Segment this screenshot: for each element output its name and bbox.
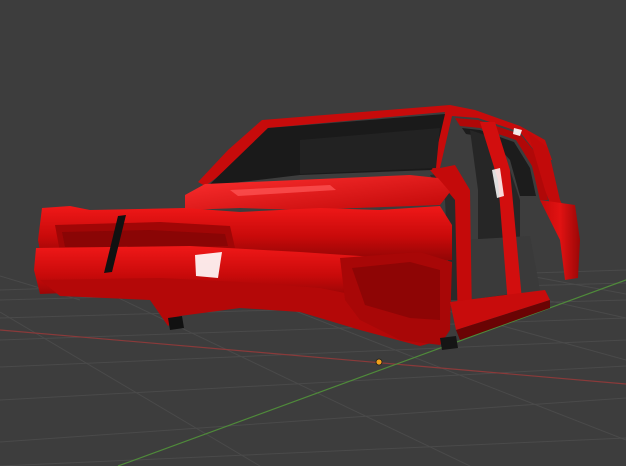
bumper-highlight (195, 252, 222, 278)
x-axis-line (0, 329, 626, 385)
rear-quarter (540, 200, 580, 280)
lower-bracket (168, 316, 184, 330)
viewport-canvas[interactable] (0, 0, 626, 466)
origin-point-icon[interactable] (375, 358, 383, 366)
rear-bracket (440, 336, 458, 350)
door-opening-floor (462, 236, 540, 300)
car-body-model[interactable] (34, 105, 580, 350)
3d-viewport[interactable] (0, 0, 626, 466)
